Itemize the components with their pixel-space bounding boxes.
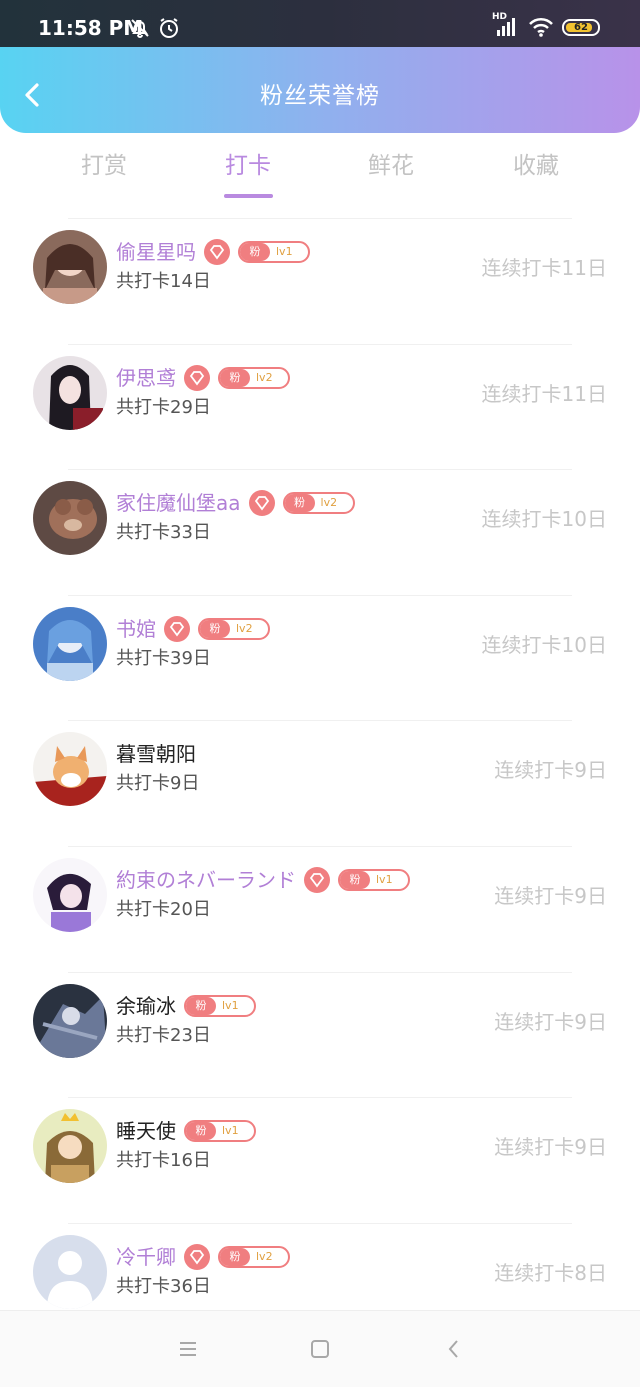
avatar[interactable]	[33, 355, 107, 430]
total-checkins: 共打卡29日	[116, 396, 211, 418]
list-item[interactable]: 伊思鸢 粉 lv2 共打卡29日 连续打卡11日	[33, 343, 607, 470]
screen: 11:58 PM HD 62 粉丝荣誉榜 打赏 打卡 鲜花 收藏 偷星星吗 粉 …	[0, 0, 640, 1387]
fan-level-badge: 粉 lv1	[184, 994, 256, 1017]
page-title: 粉丝荣誉榜	[260, 83, 380, 109]
fan-level-badge: 粉 lv2	[198, 617, 270, 640]
fan-level-badge: 粉 lv2	[218, 1245, 290, 1268]
list-item[interactable]: 睡天使 粉 lv1 共打卡16日 连续打卡9日	[33, 1097, 607, 1223]
fan-name: 偷星星吗	[116, 240, 196, 264]
fan-level-badge: 粉 lv2	[282, 492, 355, 515]
fan-badge-label: 粉	[284, 494, 315, 513]
back-triangle-icon[interactable]	[442, 1337, 466, 1361]
total-checkins: 共打卡39日	[116, 647, 211, 669]
tab-flowers[interactable]: 鲜花	[331, 148, 451, 184]
total-checkins: 共打卡23日	[116, 1024, 211, 1046]
total-checkins: 共打卡20日	[116, 898, 211, 920]
network-label: HD	[492, 12, 508, 22]
fan-level: lv1	[222, 998, 239, 1012]
battery-level: 62	[574, 22, 588, 33]
tab-checkin[interactable]: 打卡	[188, 148, 308, 184]
list-item[interactable]: 余瑜冰 粉 lv1 共打卡23日 连续打卡9日	[33, 971, 607, 1098]
home-square-icon[interactable]	[308, 1337, 332, 1361]
list-item[interactable]: 暮雪朝阳 共打卡9日 连续打卡9日	[33, 720, 607, 846]
total-checkins: 共打卡36日	[116, 1275, 211, 1297]
fan-name: 暮雪朝阳	[116, 742, 196, 767]
battery-icon: 62	[562, 19, 600, 36]
list-item[interactable]: 約束のネバーランド 粉 lv1 共打卡20日 连续打卡9日	[33, 845, 607, 972]
vip-diamond-icon	[184, 364, 210, 391]
fan-level: lv2	[256, 1249, 273, 1263]
fan-list: 偷星星吗 粉 lv1 共打卡14日 连续打卡11日 伊思鸢 粉 lv2 共打卡2…	[0, 218, 640, 1348]
total-checkins: 共打卡33日	[116, 522, 211, 544]
vip-diamond-icon	[184, 1243, 210, 1270]
list-item[interactable]: 书婠 粉 lv2 共打卡39日 连续打卡10日	[33, 594, 607, 721]
fan-name: 余瑜冰	[116, 993, 176, 1018]
fan-level-badge: 粉 lv1	[184, 1120, 256, 1143]
fan-name: 家住魔仙堡aa	[116, 491, 241, 516]
fan-level: lv1	[222, 1124, 239, 1138]
fan-level: lv2	[236, 621, 253, 635]
tab-reward[interactable]: 打赏	[44, 148, 164, 184]
fan-level: lv1	[376, 872, 393, 886]
list-item[interactable]: 偷星星吗 粉 lv1 共打卡14日 连续打卡11日	[33, 218, 607, 344]
total-checkins: 共打卡16日	[116, 1150, 211, 1172]
fan-badge-label: 粉	[220, 368, 250, 387]
tab-favorites[interactable]: 收藏	[476, 148, 596, 184]
fan-badge-label: 粉	[186, 996, 216, 1015]
avatar[interactable]	[33, 606, 107, 681]
fan-badge-label: 粉	[240, 243, 270, 261]
tab-bar: 打赏 打卡 鲜花 收藏	[0, 148, 640, 202]
streak-checkins: 连续打卡9日	[494, 758, 607, 783]
streak-checkins: 连续打卡9日	[494, 1009, 607, 1034]
streak-checkins: 连续打卡11日	[481, 256, 607, 280]
alarm-icon	[160, 18, 178, 38]
fan-level: lv2	[320, 496, 338, 510]
fan-level: lv1	[276, 245, 293, 258]
header: 11:58 PM HD 62 粉丝荣誉榜	[0, 0, 640, 133]
active-tab-indicator	[224, 194, 273, 198]
avatar[interactable]	[33, 1109, 107, 1184]
status-bar: 11:58 PM HD 62	[0, 0, 640, 47]
fan-badge-label: 粉	[186, 1122, 216, 1141]
fan-badge-label: 粉	[220, 1247, 250, 1266]
streak-checkins: 连续打卡9日	[494, 883, 607, 908]
avatar[interactable]	[33, 857, 107, 932]
vip-diamond-icon	[164, 615, 190, 642]
fan-name: 約束のネバーランド	[116, 867, 296, 892]
fan-name: 伊思鸢	[116, 365, 176, 390]
avatar[interactable]	[33, 481, 107, 556]
fan-level-badge: 粉 lv1	[238, 241, 310, 263]
avatar[interactable]	[33, 732, 107, 807]
mute-bell-icon	[131, 19, 149, 38]
total-checkins: 共打卡14日	[116, 271, 211, 292]
streak-checkins: 连续打卡11日	[481, 381, 607, 406]
fan-level: lv2	[256, 370, 273, 384]
streak-checkins: 连续打卡8日	[494, 1260, 607, 1285]
default-avatar-icon[interactable]	[33, 1234, 107, 1309]
streak-checkins: 连续打卡10日	[481, 632, 607, 657]
fan-badge-label: 粉	[200, 619, 230, 638]
fan-name: 冷千卿	[116, 1244, 176, 1269]
total-checkins: 共打卡9日	[116, 773, 200, 795]
list-item[interactable]: 家住魔仙堡aa 粉 lv2 共打卡33日 连续打卡10日	[33, 469, 607, 595]
vip-diamond-icon	[304, 866, 330, 893]
fan-level-badge: 粉 lv2	[218, 366, 290, 389]
fan-level-badge: 粉 lv1	[338, 868, 410, 891]
vip-diamond-icon	[204, 239, 230, 265]
streak-checkins: 连续打卡9日	[494, 1135, 607, 1160]
fan-name: 书婠	[116, 616, 156, 641]
wifi-icon	[529, 17, 553, 37]
fan-badge-label: 粉	[340, 870, 370, 889]
system-nav-bar	[0, 1310, 640, 1387]
streak-checkins: 连续打卡10日	[481, 507, 607, 532]
menu-icon[interactable]	[176, 1337, 200, 1361]
vip-diamond-icon	[248, 490, 275, 517]
avatar[interactable]	[33, 230, 107, 304]
avatar[interactable]	[33, 983, 107, 1058]
fan-name: 睡天使	[116, 1119, 176, 1144]
